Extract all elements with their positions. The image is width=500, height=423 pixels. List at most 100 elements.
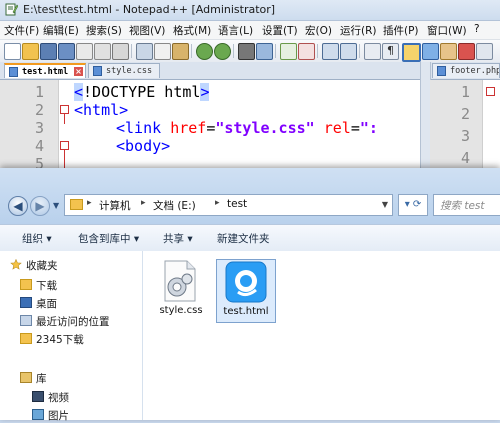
fold-marker-icon[interactable] xyxy=(60,105,69,114)
tab-footer-php[interactable]: footer.php xyxy=(432,63,500,78)
forward-button[interactable]: ▶ xyxy=(30,196,50,216)
body-tag: <body> xyxy=(116,137,171,155)
nav-2345-downloads[interactable]: 2345下载 xyxy=(20,332,84,347)
picture-icon xyxy=(32,409,44,420)
include-in-library-button[interactable]: 包含到库中 ▾ xyxy=(78,231,139,246)
breadcrumb-test[interactable]: test xyxy=(227,198,247,210)
close-all-icon[interactable] xyxy=(94,43,111,60)
breadcrumb-separator-icon[interactable]: ▸ xyxy=(215,198,220,208)
cut-icon[interactable] xyxy=(136,43,153,60)
link-tag: <link xyxy=(116,119,171,137)
nav-downloads[interactable]: 下载 xyxy=(20,278,57,293)
nav-videos[interactable]: 视频 xyxy=(32,390,69,405)
notepadpp-window: E:\test\test.html - Notepad++ [Administr… xyxy=(0,0,500,172)
fold-line xyxy=(64,114,65,124)
tab-test-html[interactable]: test.html × xyxy=(4,63,86,78)
word-wrap-icon[interactable] xyxy=(364,43,381,60)
copy-icon[interactable] xyxy=(154,43,171,60)
sync-vertical-icon[interactable] xyxy=(322,43,339,60)
toolbar-separator xyxy=(317,44,318,58)
toolbar-separator xyxy=(275,44,276,58)
navigation-pane: 收藏夹 下载 桌面 最近访问的位置 2345下载 库 视频 图片 xyxy=(0,251,143,423)
nav-label: 最近访问的位置 xyxy=(36,316,110,328)
fold-marker-icon[interactable] xyxy=(60,141,69,150)
file-item-test-html[interactable]: test.html xyxy=(216,259,276,323)
menu-plugins[interactable]: 插件(P) xyxy=(383,23,419,38)
zoom-out-icon[interactable] xyxy=(298,43,315,60)
code-line-4: <body> xyxy=(116,137,170,155)
share-button[interactable]: 共享 ▾ xyxy=(163,231,193,246)
nav-label: 下载 xyxy=(36,280,57,292)
stop-macro-icon[interactable] xyxy=(476,43,493,60)
find-icon[interactable] xyxy=(238,43,255,60)
save-all-icon[interactable] xyxy=(58,43,75,60)
line-number: 3 xyxy=(460,127,470,145)
menu-settings[interactable]: 设置(T) xyxy=(262,23,298,38)
save-icon[interactable] xyxy=(40,43,57,60)
breadcrumb-separator-icon[interactable]: ▸ xyxy=(87,198,92,208)
nav-label: 库 xyxy=(36,373,47,385)
back-button[interactable]: ◀ xyxy=(8,196,28,216)
line-number: 1 xyxy=(460,83,470,101)
nav-favorites[interactable]: 收藏夹 xyxy=(10,258,58,273)
menu-format[interactable]: 格式(M) xyxy=(173,23,211,38)
refresh-button[interactable]: ▾ ⟳ xyxy=(398,194,428,216)
line-number: 2 xyxy=(34,101,44,119)
menu-view[interactable]: 视图(V) xyxy=(129,23,165,38)
menu-run[interactable]: 运行(R) xyxy=(340,23,377,38)
menu-bar: 文件(F) 编辑(E) 搜索(S) 视图(V) 格式(M) 语言(L) 设置(T… xyxy=(0,21,500,40)
menu-language[interactable]: 语言(L) xyxy=(218,23,253,38)
fold-marker-icon[interactable] xyxy=(486,87,495,96)
close-file-icon[interactable] xyxy=(76,43,93,60)
library-icon xyxy=(20,372,32,383)
undo-icon[interactable] xyxy=(196,43,213,60)
new-file-icon[interactable] xyxy=(4,43,21,60)
show-all-characters-icon[interactable]: ¶ xyxy=(382,43,399,60)
nav-pictures[interactable]: 图片 xyxy=(32,408,69,423)
search-box[interactable]: 搜索 test xyxy=(433,194,500,216)
menu-search[interactable]: 搜索(S) xyxy=(86,23,122,38)
indent-guide-icon[interactable] xyxy=(402,43,421,62)
function-list-icon[interactable] xyxy=(440,43,457,60)
new-folder-button[interactable]: 新建文件夹 xyxy=(217,231,270,246)
line-number: 4 xyxy=(34,137,44,155)
tab-style-css[interactable]: style.css xyxy=(88,63,160,78)
tab-label: footer.php xyxy=(450,66,500,76)
open-folder-icon[interactable] xyxy=(22,43,39,60)
breadcrumb-computer[interactable]: 计算机 xyxy=(99,198,131,213)
breadcrumb-separator-icon[interactable]: ▸ xyxy=(141,198,146,208)
close-tab-icon[interactable]: × xyxy=(74,67,83,76)
breadcrumb-drive-e[interactable]: 文档 (E:) xyxy=(153,198,196,213)
video-icon xyxy=(32,391,44,402)
nav-libraries[interactable]: 库 xyxy=(20,371,47,386)
menu-edit[interactable]: 编辑(E) xyxy=(43,23,79,38)
line-number: 2 xyxy=(460,105,470,123)
print-icon[interactable] xyxy=(112,43,129,60)
menu-help[interactable]: ? xyxy=(474,23,480,35)
code-line-1: <!DOCTYPE html> xyxy=(74,83,210,101)
address-dropdown-icon[interactable]: ▼ xyxy=(382,200,388,209)
file-item-style-css[interactable]: style.css xyxy=(151,259,211,323)
nav-label: 2345下载 xyxy=(36,334,84,346)
menu-file[interactable]: 文件(F) xyxy=(4,23,39,38)
nav-desktop[interactable]: 桌面 xyxy=(20,296,57,311)
code-editor[interactable]: 1 2 3 4 5 <!DOCTYPE html> <html> <link h… xyxy=(0,80,420,172)
paste-icon[interactable] xyxy=(172,43,189,60)
menu-window[interactable]: 窗口(W) xyxy=(427,23,467,38)
nav-label: 视频 xyxy=(48,392,69,404)
second-editor[interactable]: 1 2 3 4 xyxy=(430,80,500,172)
toolbar-separator xyxy=(131,44,132,58)
file-icon xyxy=(9,67,18,77)
sync-horizontal-icon[interactable] xyxy=(340,43,357,60)
replace-icon[interactable] xyxy=(256,43,273,60)
folder-icon xyxy=(70,199,83,210)
organize-button[interactable]: 组织 ▾ xyxy=(22,231,52,246)
nav-recent-places[interactable]: 最近访问的位置 xyxy=(20,314,110,329)
redo-icon[interactable] xyxy=(214,43,231,60)
menu-macro[interactable]: 宏(O) xyxy=(305,23,332,38)
address-bar[interactable]: ▸ 计算机 ▸ 文档 (E:) ▸ test ▼ xyxy=(64,194,393,216)
document-map-icon[interactable] xyxy=(422,43,439,60)
zoom-in-icon[interactable] xyxy=(280,43,297,60)
record-macro-icon[interactable] xyxy=(458,43,475,60)
recent-pages-chevron-icon[interactable]: ▼ xyxy=(53,201,59,210)
